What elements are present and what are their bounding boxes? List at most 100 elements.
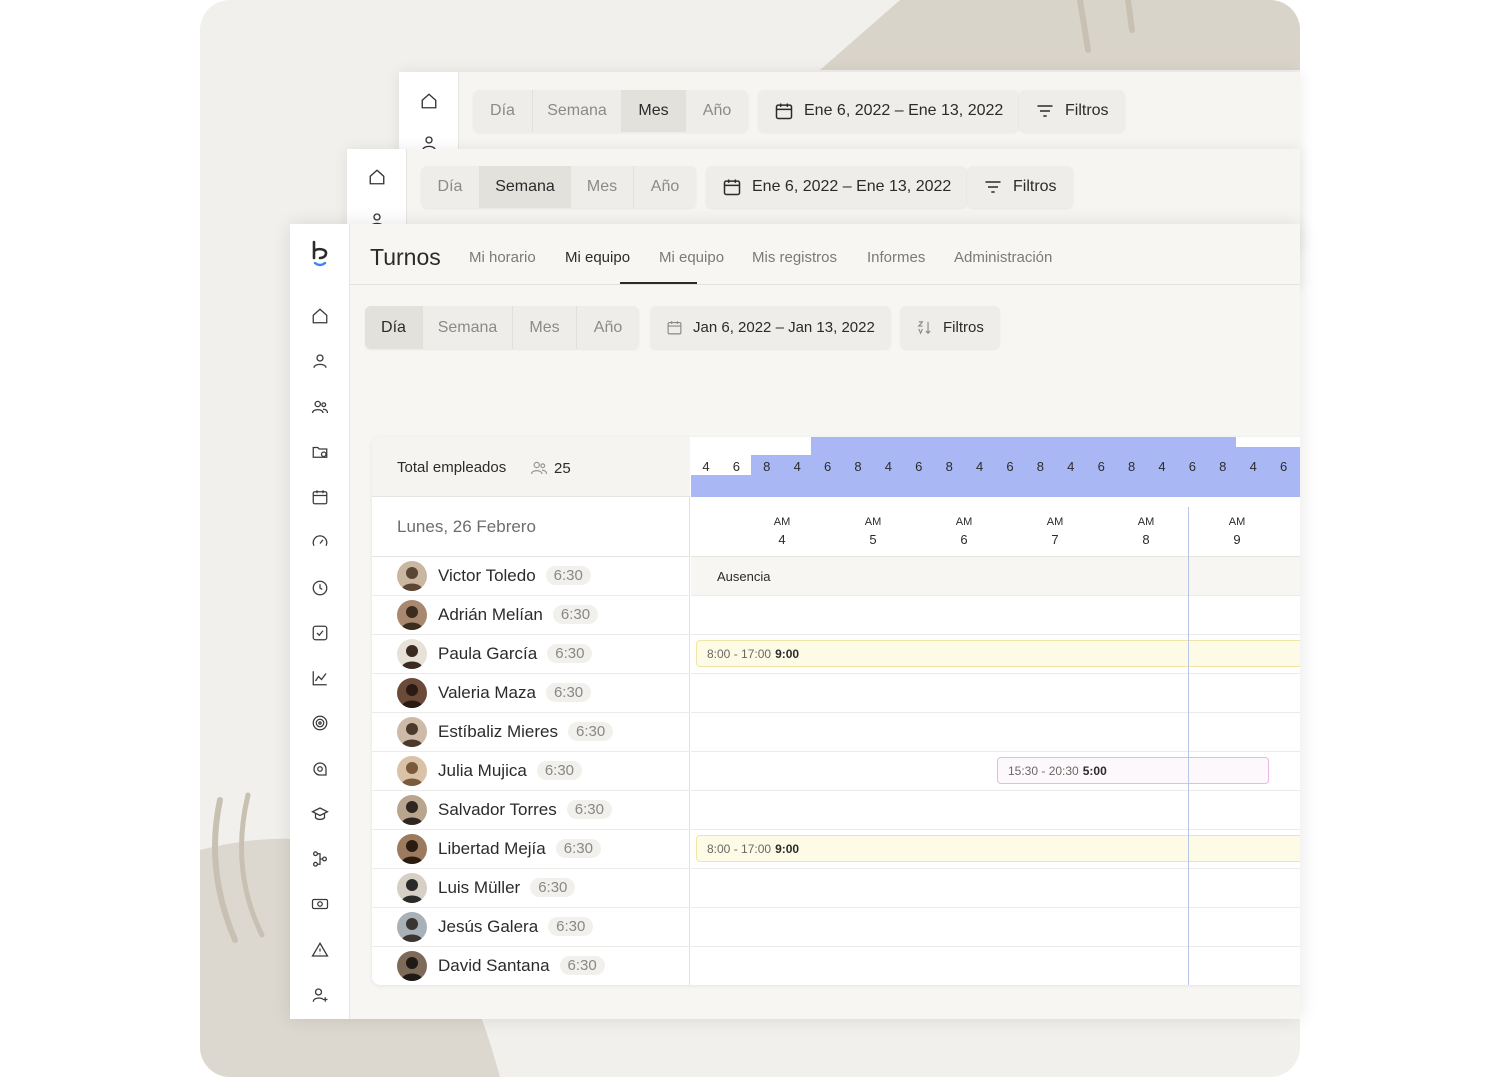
hour-period: AM <box>1046 516 1064 528</box>
shift-block[interactable]: 8:00 - 17:00 9:00 <box>696 640 1300 667</box>
shift-block[interactable]: 8:00 - 17:00 9:00 <box>696 835 1300 862</box>
user-icon[interactable] <box>311 352 329 370</box>
timeline-row[interactable] <box>691 791 1300 830</box>
calendar-icon <box>775 103 793 120</box>
view-year[interactable]: Año <box>686 90 748 132</box>
timeline-row[interactable] <box>691 908 1300 947</box>
timeline-row[interactable] <box>691 947 1300 985</box>
avatar <box>397 717 427 747</box>
home-icon[interactable] <box>420 92 438 110</box>
page-title: Turnos <box>370 244 441 270</box>
timeline-row[interactable]: Ausencia <box>691 557 1300 596</box>
employee-row[interactable]: Salvador Torres 6:30 <box>372 791 690 830</box>
clock-icon[interactable] <box>311 579 329 597</box>
hour-value: 6 <box>960 532 968 547</box>
hour-period: AM <box>1137 516 1155 528</box>
filters-button[interactable]: Filtros <box>967 166 1073 208</box>
view-week[interactable]: Semana <box>423 306 513 349</box>
employee-row[interactable]: Adrián Melían 6:30 <box>372 596 690 635</box>
top-navigation: Turnos Mi horario Mi equipo Mi equipo Mi… <box>350 224 1300 285</box>
view-switcher: Día Semana Mes Año <box>365 306 639 349</box>
employee-row[interactable]: Estíbaliz Mieres 6:30 <box>372 713 690 752</box>
tab-mi-horario[interactable]: Mi horario <box>469 249 536 266</box>
filters-button[interactable]: Filtros <box>1019 90 1125 132</box>
tab-informes[interactable]: Informes <box>867 249 925 266</box>
avatar <box>397 561 427 591</box>
employee-hours-badge: 6:30 <box>567 722 614 741</box>
employee-row[interactable]: Jesús Galera 6:30 <box>372 908 690 947</box>
view-day[interactable]: Día <box>473 90 533 132</box>
timeline-row[interactable]: 8:00 - 17:00 9:00 <box>691 830 1300 869</box>
staffing-count: 4 <box>1067 459 1075 474</box>
timeline-row[interactable] <box>691 596 1300 635</box>
calendar-icon[interactable] <box>311 488 329 506</box>
view-week[interactable]: Semana <box>480 166 571 208</box>
workflow-icon[interactable] <box>311 850 329 868</box>
employee-row[interactable]: David Santana 6:30 <box>372 947 690 985</box>
target-icon[interactable] <box>311 714 329 732</box>
avatar <box>397 795 427 825</box>
view-year[interactable]: Año <box>634 166 696 208</box>
timeline-row[interactable]: 15:30 - 20:30 5:00 <box>691 752 1300 791</box>
employee-row[interactable]: Paula García 6:30 <box>372 635 690 674</box>
search-chat-icon[interactable] <box>311 760 329 778</box>
users-icon[interactable] <box>311 398 329 416</box>
hour-value: 4 <box>778 532 786 547</box>
chart-icon[interactable] <box>311 669 329 687</box>
money-icon[interactable] <box>311 895 329 913</box>
employee-name: Paula García <box>438 644 538 663</box>
home-icon[interactable] <box>311 307 329 325</box>
view-month[interactable]: Mes <box>513 306 577 349</box>
view-day[interactable]: Día <box>365 306 423 349</box>
shift-block[interactable]: 15:30 - 20:30 5:00 <box>997 757 1269 784</box>
view-day[interactable]: Día <box>421 166 480 208</box>
tab-administracion[interactable]: Administración <box>954 249 1052 266</box>
employee-row[interactable]: Libertad Mejía 6:30 <box>372 830 690 869</box>
timeline: 46846846846846846846 AM 4 AM 5 AM 6 AM 7 AM 8 AM 9 … <box>691 437 1300 985</box>
timeline-row[interactable] <box>691 674 1300 713</box>
alert-icon[interactable] <box>311 941 329 959</box>
view-month[interactable]: Mes <box>622 90 686 132</box>
view-month[interactable]: Mes <box>571 166 634 208</box>
graduation-icon[interactable] <box>311 805 329 823</box>
staffing-count: 4 <box>793 459 801 474</box>
view-year[interactable]: Año <box>577 306 639 349</box>
avatar <box>397 912 427 942</box>
employee-row[interactable]: Valeria Maza 6:30 <box>372 674 690 713</box>
employee-hours-badge: 6:30 <box>559 956 605 975</box>
checkbox-icon[interactable] <box>311 624 329 642</box>
employee-name: David Santana <box>438 956 550 975</box>
date-range-picker[interactable]: Ene 6, 2022 – Ene 13, 2022 <box>758 90 1020 132</box>
timeline-row[interactable]: 8:00 - 17:00 9:00 <box>691 635 1300 674</box>
staffing-count: 6 <box>1279 459 1288 474</box>
shift-duration: 9:00 <box>775 646 800 661</box>
view-week[interactable]: Semana <box>533 90 622 132</box>
avatar <box>397 600 427 630</box>
speedometer-icon[interactable] <box>311 533 329 551</box>
calendar-icon <box>667 321 682 335</box>
total-employees-label: Total empleados <box>397 459 507 476</box>
folder-icon[interactable] <box>311 443 329 461</box>
avatar <box>397 834 427 864</box>
date-range-picker[interactable]: Jan 6, 2022 – Jan 13, 2022 <box>650 306 891 349</box>
staffing-count: 8 <box>1127 459 1136 474</box>
timeline-row[interactable] <box>691 713 1300 752</box>
filters-button[interactable]: Filtros <box>900 306 1000 349</box>
employee-hours-badge: 6:30 <box>552 605 599 624</box>
tab-mis-registros[interactable]: Mis registros <box>752 249 837 266</box>
hour-label: AM 9 <box>1222 513 1252 549</box>
employee-row[interactable]: Julia Mujica 6:30 <box>372 752 690 791</box>
avatar <box>397 951 427 981</box>
tab-mi-equipo-active[interactable]: Mi equipo <box>565 249 630 266</box>
tab-mi-equipo[interactable]: Mi equipo <box>659 249 724 266</box>
employee-name: Valeria Maza <box>438 683 536 702</box>
employee-hours-badge: 6:30 <box>566 800 612 819</box>
employee-row[interactable]: Luis Müller 6:30 <box>372 869 690 908</box>
timeline-row[interactable] <box>691 869 1300 908</box>
staffing-count: 4 <box>884 459 892 474</box>
home-icon[interactable] <box>368 168 386 186</box>
user-add-icon[interactable] <box>311 986 329 1004</box>
date-range-picker[interactable]: Ene 6, 2022 – Ene 13, 2022 <box>706 166 968 208</box>
employee-row[interactable]: Victor Toledo 6:30 <box>372 557 690 596</box>
active-tab-indicator <box>620 282 697 284</box>
